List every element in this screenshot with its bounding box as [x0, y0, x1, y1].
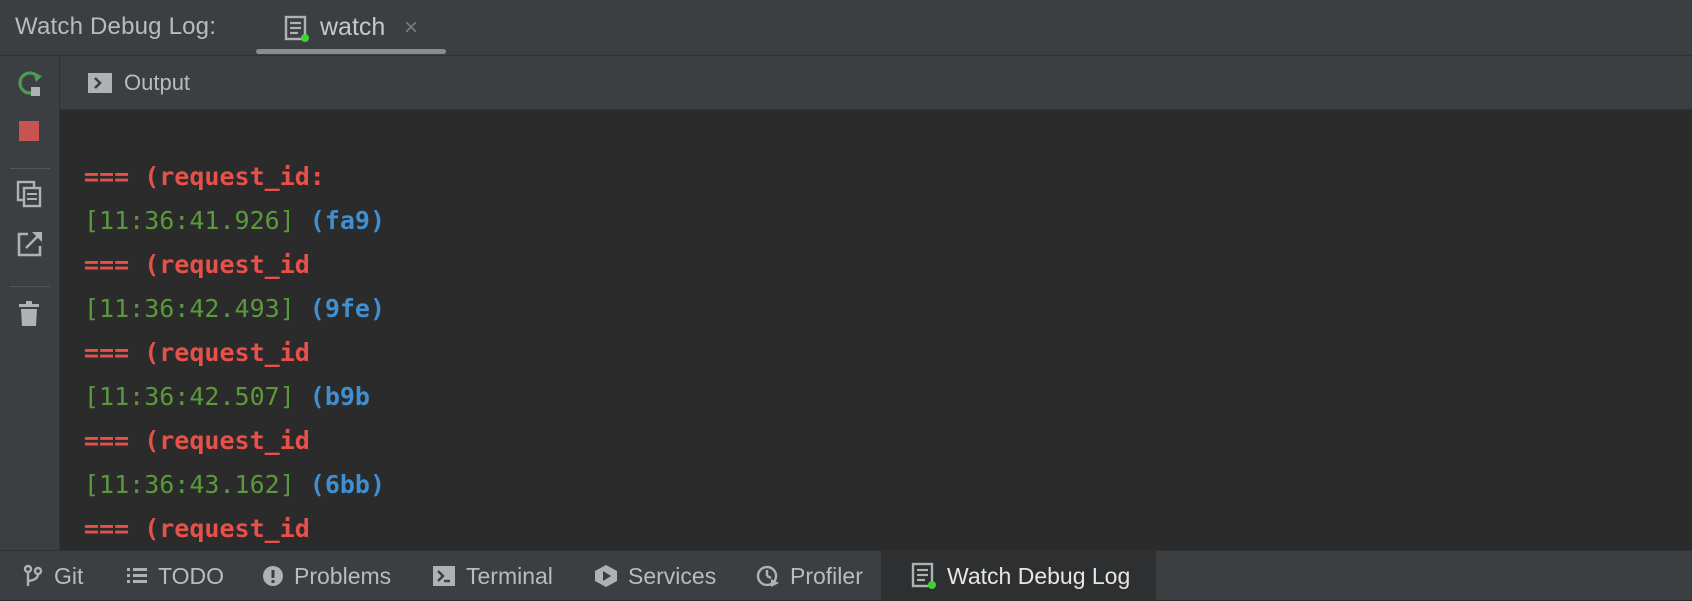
bottom-tab-label: TODO: [158, 562, 225, 589]
console-line-log: [11:36:43.162] (6bb): [84, 463, 385, 507]
log-timestamp: [11:36:43.162]: [84, 470, 295, 499]
console-line-request: === (request_id: [84, 338, 310, 367]
running-indicator-icon: [301, 34, 309, 42]
rerun-icon[interactable]: [14, 68, 46, 100]
copy-icon[interactable]: [14, 178, 46, 210]
bottom-tab-label: Watch Debug Log: [947, 562, 1131, 589]
doc-icon: [284, 15, 310, 48]
trash-icon[interactable]: [14, 298, 46, 330]
bottom-tab-label: Problems: [294, 562, 392, 589]
bottom-tab-problems[interactable]: Problems: [262, 551, 391, 601]
terminal-icon: [87, 72, 113, 99]
toolbar-divider: [10, 168, 50, 169]
console-toolbar: [0, 56, 60, 550]
bottom-tab-profiler[interactable]: Profiler: [756, 551, 863, 601]
list-icon: [127, 568, 147, 583]
services-play-icon: [595, 565, 617, 587]
close-icon[interactable]: ×: [404, 14, 418, 42]
output-title: Output: [124, 70, 191, 95]
exclamation-icon: [263, 566, 283, 586]
console-line-log: [11:36:41.926] (fa9): [84, 199, 385, 243]
log-timestamp: [11:36:42.493]: [84, 294, 295, 323]
bottom-tab-todo[interactable]: TODO: [126, 551, 224, 601]
console-line-request: === (request_id:: [84, 162, 325, 191]
log-timestamp: [11:36:42.507]: [84, 382, 295, 411]
bottom-tab-watch-debug-log[interactable]: Watch Debug Log: [881, 551, 1157, 601]
log-request-id: (6bb): [309, 470, 386, 499]
log-timestamp: [11:36:41.926]: [84, 206, 295, 235]
console-output[interactable]: === (request_id: [11:36:41.926] (fa9) ==…: [60, 110, 1692, 550]
bottom-tab-label: Terminal: [466, 562, 553, 589]
tool-window-title: Watch Debug Log:: [15, 13, 217, 40]
bottom-tab-label: Services: [628, 562, 717, 589]
toolbar-divider: [10, 286, 50, 287]
bottom-tab-label: Git: [54, 562, 84, 589]
console-line-request: === (request_id: [84, 514, 310, 543]
stop-icon[interactable]: [14, 116, 46, 148]
bottom-tab-git[interactable]: Git: [22, 551, 83, 601]
tab-watch[interactable]: watch ×: [270, 0, 446, 56]
log-request-id: (b9b: [309, 382, 370, 411]
open-external-icon[interactable]: [14, 228, 46, 260]
console-line-log: [11:36:42.507] (b9b: [84, 375, 385, 419]
git-branch-icon: [23, 564, 43, 586]
tool-window-header: Watch Debug Log: watch ×: [0, 0, 1692, 56]
active-tab-indicator: [256, 49, 446, 54]
doc-icon: [911, 562, 936, 589]
log-request-id: (fa9): [309, 206, 386, 235]
tab-label: watch: [320, 13, 386, 41]
output-tab-header[interactable]: Output: [60, 56, 1692, 110]
log-request-id: (9fe): [309, 294, 386, 323]
console-line-request: === (request_id: [84, 426, 310, 455]
console-line-request: === (request_id: [84, 250, 310, 279]
terminal-icon: [433, 566, 455, 586]
tool-window-bar: Git TODO Problems Terminal Services Prof…: [0, 550, 1692, 601]
bottom-tab-terminal[interactable]: Terminal: [432, 551, 553, 601]
bottom-tab-services[interactable]: Services: [594, 551, 716, 601]
profiler-icon: [756, 565, 779, 587]
bottom-tab-label: Profiler: [790, 562, 863, 589]
console-line-log: [11:36:42.493] (9fe): [84, 287, 385, 331]
